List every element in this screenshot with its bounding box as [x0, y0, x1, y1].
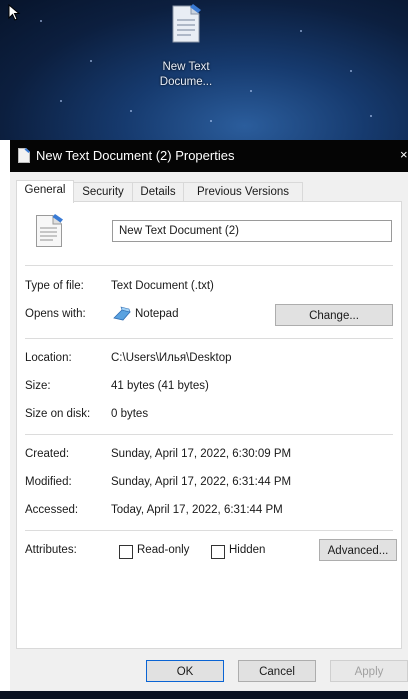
desktop-file-label-line1: New Text [162, 61, 210, 73]
type-of-file-value: Text Document (.txt) [111, 280, 214, 292]
dialog-title: New Text Document (2) Properties [36, 148, 235, 163]
desktop-file-icon[interactable]: New Text Docume... [155, 4, 217, 90]
ok-button[interactable]: OK [146, 660, 224, 682]
close-icon[interactable]: × [400, 147, 408, 163]
advanced-button[interactable]: Advanced... [319, 539, 397, 561]
modified-label: Modified: [25, 476, 72, 488]
desktop-file-label-line2: Docume... [159, 76, 213, 88]
accessed-value: Today, April 17, 2022, 6:31:44 PM [111, 504, 283, 516]
hidden-checkbox[interactable] [211, 545, 225, 559]
dialog-body: General Security Details Previous Versio… [10, 172, 408, 699]
opens-with-label: Opens with: [25, 308, 86, 320]
apply-button[interactable]: Apply [330, 660, 408, 682]
read-only-label[interactable]: Read-only [137, 544, 189, 556]
notepad-icon [113, 306, 131, 321]
tab-previous-versions[interactable]: Previous Versions [183, 182, 303, 202]
created-value: Sunday, April 17, 2022, 6:30:09 PM [111, 448, 292, 460]
modified-value: Sunday, April 17, 2022, 6:31:44 PM [111, 476, 292, 488]
properties-dialog: New Text Document (2) Properties × Gener… [10, 140, 408, 699]
divider [25, 530, 393, 531]
accessed-label: Accessed: [25, 504, 79, 516]
change-button[interactable]: Change... [275, 304, 393, 326]
divider [25, 265, 393, 266]
created-label: Created: [25, 448, 70, 460]
mouse-cursor-icon [8, 4, 21, 21]
text-file-icon [171, 4, 201, 44]
type-of-file-label: Type of file: [25, 280, 84, 292]
text-file-icon [36, 214, 63, 247]
desktop-file-label: New Text Docume... [155, 60, 217, 90]
size-on-disk-label: Size on disk: [25, 408, 91, 420]
text-file-icon [18, 148, 30, 163]
desktop-background: New Text Docume... [0, 0, 408, 140]
location-value: C:\Users\Илья\Desktop [111, 352, 232, 364]
divider [25, 338, 393, 339]
size-value: 41 bytes (41 bytes) [111, 380, 209, 392]
tab-security[interactable]: Security [73, 182, 133, 202]
opens-with-value: Notepad [135, 308, 179, 320]
dialog-titlebar[interactable]: New Text Document (2) Properties × [10, 140, 408, 172]
size-label: Size: [25, 380, 51, 392]
divider [25, 434, 393, 435]
read-only-checkbox[interactable] [119, 545, 133, 559]
taskbar [0, 691, 408, 699]
tab-details[interactable]: Details [132, 182, 184, 202]
screen: New Text Docume... New Text Document (2)… [0, 0, 408, 699]
location-label: Location: [25, 352, 72, 364]
tab-general[interactable]: General [16, 180, 74, 203]
attributes-label: Attributes: [25, 544, 77, 556]
general-tab-panel: New Text Document (2) Type of file: Text… [16, 201, 402, 649]
file-name-input[interactable]: New Text Document (2) [112, 220, 392, 242]
cancel-button[interactable]: Cancel [238, 660, 316, 682]
hidden-label[interactable]: Hidden [229, 544, 265, 556]
size-on-disk-value: 0 bytes [111, 408, 149, 420]
